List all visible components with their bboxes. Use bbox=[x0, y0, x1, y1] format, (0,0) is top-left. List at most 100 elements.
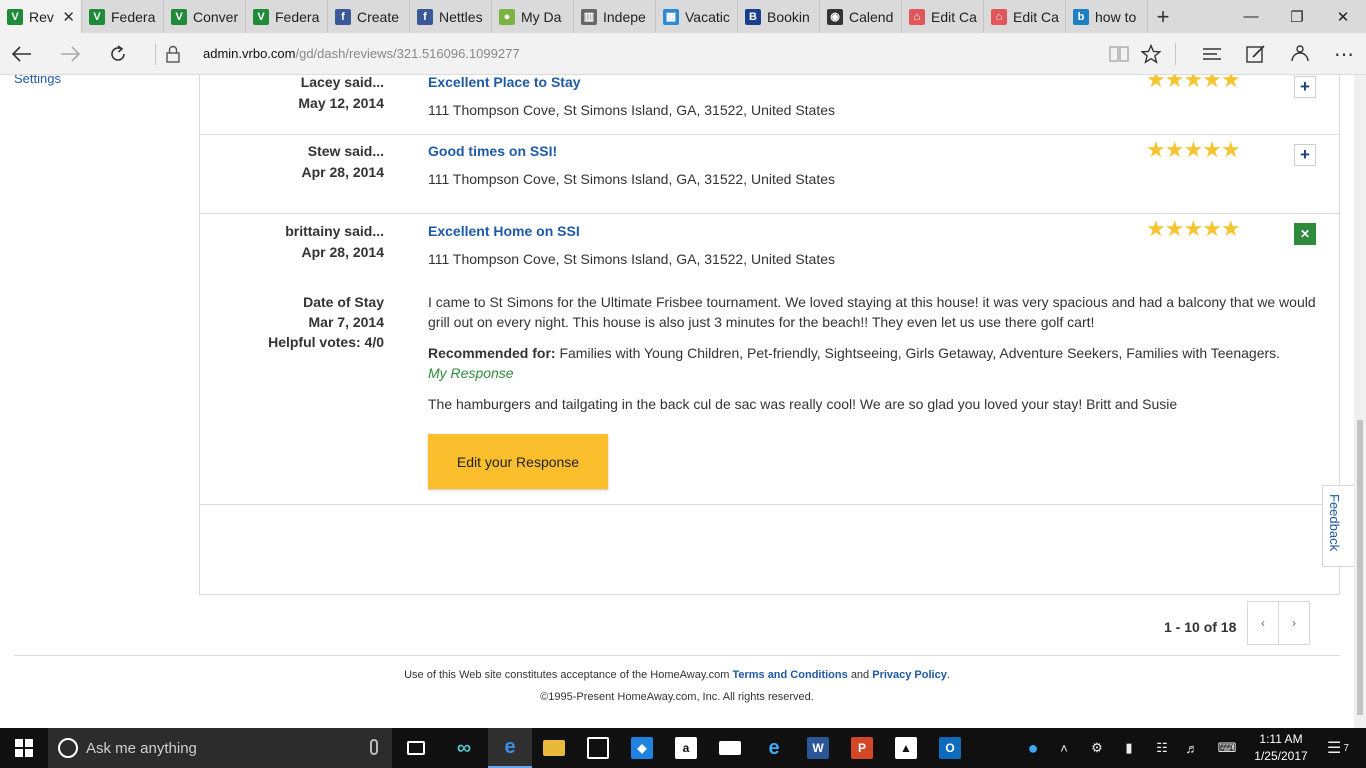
taskbar-app-powerpoint[interactable]: P bbox=[840, 728, 884, 768]
browser-tab[interactable]: ⌂ Edit Ca bbox=[984, 0, 1066, 33]
taskbar-app-explorer[interactable] bbox=[532, 728, 576, 768]
separator bbox=[1175, 43, 1176, 65]
expand-button[interactable]: + bbox=[1294, 144, 1316, 166]
system-clock[interactable]: 1:11 AM 1/25/2017 bbox=[1246, 731, 1316, 765]
vrbo-icon: V bbox=[89, 8, 105, 25]
footer-divider bbox=[14, 655, 1340, 656]
favorite-button[interactable] bbox=[1129, 33, 1173, 75]
action-center-button[interactable]: ☰ 7 bbox=[1320, 728, 1356, 768]
taskbar-app-mail[interactable] bbox=[708, 728, 752, 768]
star-icon: ★ bbox=[1202, 137, 1222, 162]
cortana-search-box[interactable]: Ask me anything bbox=[48, 728, 392, 768]
hub-button[interactable] bbox=[1190, 33, 1234, 75]
taskbar-app-word[interactable]: W bbox=[796, 728, 840, 768]
taskbar-app-store[interactable] bbox=[576, 728, 620, 768]
taskbar-app-outlook[interactable]: O bbox=[928, 728, 972, 768]
share-button[interactable] bbox=[1278, 33, 1322, 75]
browser-tab[interactable]: ◉ Calend bbox=[820, 0, 902, 33]
battery-icon[interactable]: ▮ bbox=[1116, 728, 1142, 768]
footer-and: and bbox=[850, 669, 870, 681]
close-icon: ✕ bbox=[1299, 227, 1311, 241]
volume-icon[interactable]: ♬ bbox=[1180, 728, 1204, 768]
back-button[interactable] bbox=[0, 33, 44, 75]
ellipsis-icon: ⋯ bbox=[1334, 43, 1354, 66]
edit-response-button[interactable]: Edit your Response bbox=[428, 434, 608, 489]
refresh-button[interactable] bbox=[96, 33, 140, 75]
homeaway-icon: ▦ bbox=[663, 8, 679, 25]
photos-icon: ▲ bbox=[895, 737, 917, 759]
taskbar-app-dropbox[interactable]: ◆ bbox=[620, 728, 664, 768]
taskbar-app-infinity[interactable]: ∞ bbox=[442, 728, 486, 768]
browser-tab[interactable]: B Bookin bbox=[738, 0, 820, 33]
minimize-button[interactable]: — bbox=[1228, 0, 1274, 33]
browser-tab[interactable]: V Conver bbox=[164, 0, 246, 33]
tray-settings-icon[interactable]: ⚙ bbox=[1084, 728, 1110, 768]
taskbar-app-edge[interactable]: e bbox=[488, 728, 532, 768]
browser-tab-label: Rev bbox=[29, 8, 54, 25]
browser-tab-label: Conver bbox=[193, 8, 239, 25]
address-bar[interactable]: admin.vrbo.com/gd/dash/reviews/321.51609… bbox=[203, 46, 520, 61]
browser-tab-label: how to bbox=[1095, 8, 1137, 25]
my-response-link[interactable]: My Response bbox=[428, 365, 514, 381]
task-view-button[interactable] bbox=[394, 728, 438, 768]
search-placeholder: Ask me anything bbox=[86, 739, 197, 757]
lock-icon bbox=[166, 45, 180, 63]
rating-stars: ★★★★★ bbox=[1146, 137, 1241, 162]
taskbar-app-amazon[interactable]: a bbox=[664, 728, 708, 768]
next-page-button[interactable]: › bbox=[1278, 601, 1310, 645]
browser-tab[interactable]: b how to bbox=[1066, 0, 1148, 33]
close-window-button[interactable]: ✕ bbox=[1320, 0, 1366, 33]
browser-tab[interactable]: ▦ Vacatic bbox=[656, 0, 738, 33]
close-tab-icon[interactable]: ✕ bbox=[62, 8, 81, 26]
clock-date: 1/25/2017 bbox=[1254, 749, 1308, 763]
scrollbar-thumb[interactable] bbox=[1357, 420, 1363, 715]
star-icon: ★ bbox=[1164, 75, 1185, 92]
reviews-panel: Lacey said... May 12, 2014 Excellent Pla… bbox=[199, 75, 1340, 645]
review-title-link[interactable]: Excellent Home on SSI bbox=[428, 223, 580, 239]
review-row: Lacey said... May 12, 2014 Excellent Pla… bbox=[200, 75, 1339, 135]
terms-link[interactable]: Terms and Conditions bbox=[732, 669, 847, 681]
privacy-link[interactable]: Privacy Policy bbox=[872, 669, 947, 681]
notification-icon: ☰ bbox=[1327, 740, 1342, 757]
windows-taskbar: Ask me anything ∞ e ◆ a e W P ▲ O ● ˄ ⚙ … bbox=[0, 728, 1366, 768]
browser-tab[interactable]: ⌂ Edit Ca bbox=[902, 0, 984, 33]
wifi-icon[interactable]: ☷ bbox=[1148, 728, 1176, 768]
taskbar-app-ie[interactable]: e bbox=[752, 728, 796, 768]
tray-update-icon[interactable]: ● bbox=[1016, 728, 1050, 768]
browser-tab[interactable]: f Create bbox=[328, 0, 410, 33]
restore-button[interactable]: ❐ bbox=[1274, 0, 1320, 33]
recommended-values: Families with Young Children, Pet-friend… bbox=[559, 345, 1281, 361]
browser-tab-label: Federa bbox=[275, 8, 320, 25]
date-of-stay-label: Date of Stay bbox=[303, 294, 384, 310]
notification-count: 7 bbox=[1343, 742, 1349, 754]
browser-tab[interactable]: V Rev ✕ bbox=[0, 0, 82, 33]
prev-page-button[interactable]: ‹ bbox=[1247, 601, 1279, 645]
helpful-votes: Helpful votes: 4/0 bbox=[268, 334, 384, 350]
feedback-tab[interactable]: Feedback bbox=[1322, 485, 1354, 567]
web-note-button[interactable] bbox=[1234, 33, 1278, 75]
microphone-icon[interactable] bbox=[370, 739, 378, 755]
review-title-link[interactable]: Excellent Place to Stay bbox=[428, 75, 581, 90]
collapse-button[interactable]: ✕ bbox=[1294, 223, 1316, 245]
facebook-icon: f bbox=[335, 8, 351, 25]
new-tab-button[interactable]: + bbox=[1148, 0, 1178, 33]
forward-button[interactable] bbox=[48, 33, 92, 75]
sidebar-settings-link[interactable]: Settings bbox=[14, 75, 61, 86]
start-button[interactable] bbox=[0, 728, 48, 768]
keyboard-icon[interactable]: ⌨ bbox=[1212, 728, 1242, 768]
browser-tab[interactable]: V Federa bbox=[246, 0, 328, 33]
taskbar-app-photos[interactable]: ▲ bbox=[884, 728, 928, 768]
show-hidden-icons-button[interactable]: ˄ bbox=[1052, 728, 1076, 768]
browser-tab[interactable]: V Federa bbox=[82, 0, 164, 33]
review-title-link[interactable]: Good times on SSI! bbox=[428, 143, 557, 159]
page-scrollbar[interactable] bbox=[1354, 75, 1366, 728]
expand-button[interactable]: + bbox=[1294, 76, 1316, 98]
browser-tab[interactable]: ● My Da bbox=[492, 0, 574, 33]
browser-tab[interactable]: ▥ Indepe bbox=[574, 0, 656, 33]
more-menu-button[interactable]: ⋯ bbox=[1322, 33, 1366, 75]
star-icon: ★ bbox=[1164, 137, 1185, 162]
browser-tab[interactable]: f Nettles bbox=[410, 0, 492, 33]
browser-tab-label: Edit Ca bbox=[931, 8, 977, 25]
facebook-icon: f bbox=[417, 8, 433, 25]
review-date: Apr 28, 2014 bbox=[301, 244, 385, 260]
